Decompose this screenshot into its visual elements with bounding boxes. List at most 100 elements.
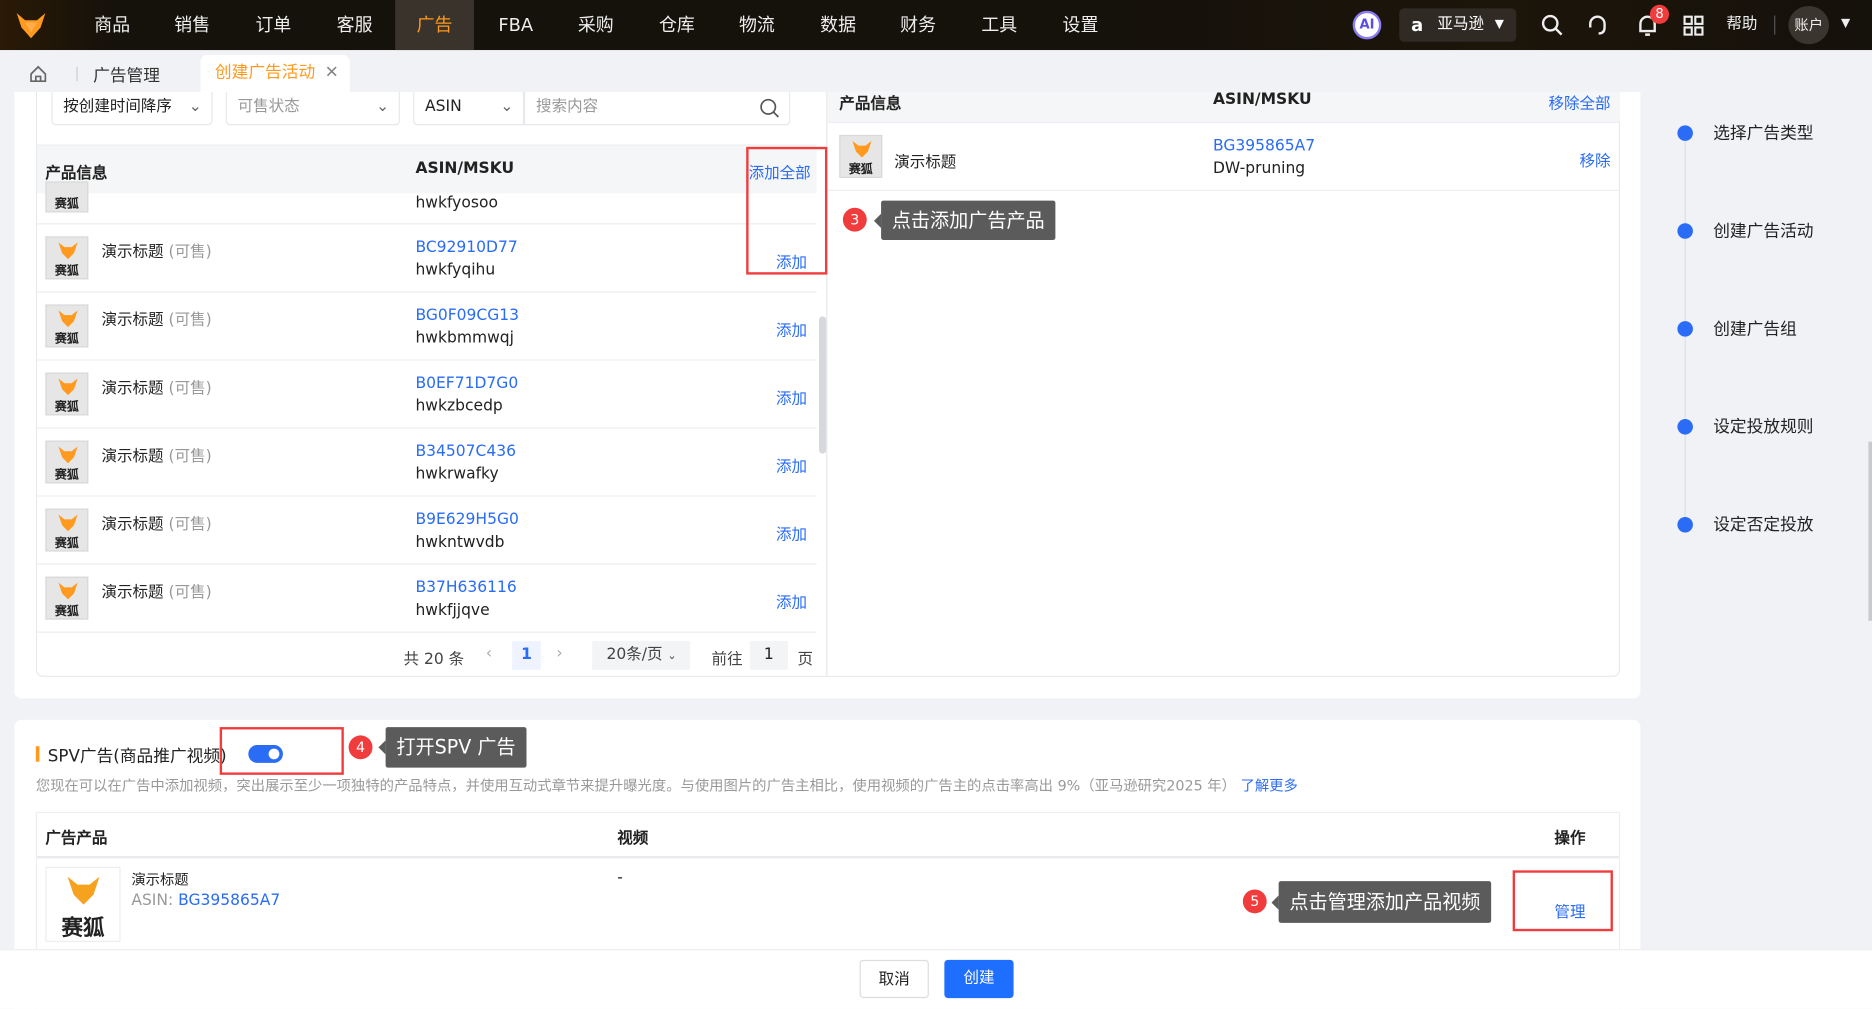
table-row: 赛狐 演示标题 (可售) BC92910D77 hwkfyqihu 添加: [35, 224, 817, 293]
account-avatar[interactable]: 账户: [1788, 5, 1830, 45]
highlight-box: [746, 146, 828, 275]
nav-item[interactable]: 订单: [238, 0, 310, 50]
step-label[interactable]: 设定投放规则: [1713, 414, 1813, 438]
search-field-select[interactable]: ASIN ⌄: [413, 91, 525, 126]
asin-link[interactable]: BG395865A7: [1213, 137, 1315, 155]
nav-item[interactable]: 客服: [319, 0, 391, 50]
status-placeholder: 可售状态: [237, 97, 300, 116]
asin-label: ASIN:: [131, 891, 179, 910]
nav-item[interactable]: 采购: [560, 0, 632, 50]
chevron-down-icon: ⌄: [667, 650, 677, 663]
fox-icon: [58, 446, 78, 464]
nav-item[interactable]: FBA: [480, 0, 552, 50]
page-scrollbar[interactable]: [1868, 441, 1872, 621]
next-page-icon[interactable]: ›: [556, 645, 562, 663]
add-button[interactable]: 添加: [776, 590, 807, 613]
tab-ad-management[interactable]: 广告管理: [93, 63, 160, 87]
nav-item[interactable]: 物流: [721, 0, 793, 50]
account-caret-icon[interactable]: ▼: [1841, 17, 1850, 30]
page-size: 20条/页: [606, 645, 663, 664]
product-thumbnail: 赛狐: [45, 304, 89, 348]
store-label: 亚马逊: [1437, 15, 1485, 34]
add-button[interactable]: 添加: [776, 386, 807, 408]
search-icon[interactable]: [759, 98, 780, 118]
search-input[interactable]: 搜索内容: [524, 91, 791, 126]
manage-button[interactable]: 管理: [1554, 899, 1585, 922]
fox-icon: [67, 876, 100, 905]
col-product: 产品信息: [839, 95, 902, 114]
msku: hwkfjjqve: [415, 601, 490, 620]
scrollbar-thumb[interactable]: [819, 316, 827, 454]
step-label[interactable]: 创建广告组: [1713, 316, 1797, 340]
product-status: (可售): [168, 515, 212, 534]
goto-label: 前往: [711, 650, 743, 669]
ai-button[interactable]: AI: [1352, 10, 1382, 40]
col-asin: ASIN/MSKU: [415, 159, 515, 178]
add-button[interactable]: 添加: [776, 454, 807, 476]
asin-link[interactable]: BG0F09CG13: [415, 307, 519, 325]
page-1[interactable]: 1: [512, 641, 541, 670]
remove-button[interactable]: 移除: [1580, 148, 1611, 171]
annotation-number: 5: [1242, 889, 1267, 914]
chevron-down-icon: ⌄: [188, 97, 202, 116]
step-dot: [1677, 125, 1693, 141]
home-icon[interactable]: [29, 64, 48, 83]
tab-create-campaign[interactable]: 创建广告活动 ✕: [200, 54, 350, 92]
thumb-text: 赛狐: [54, 605, 79, 619]
add-button[interactable]: 添加: [776, 522, 807, 545]
nav-item[interactable]: 商品: [76, 0, 148, 50]
annotation-number: 4: [348, 735, 373, 760]
nav-item[interactable]: 仓库: [641, 0, 713, 50]
spv-description: 您现在可以在广告中添加视频，突出展示至少一项独特的产品特点，并使用互动式章节来提…: [35, 777, 1236, 794]
asin-link[interactable]: B37H636116: [415, 579, 516, 597]
product-thumbnail: 赛狐: [45, 440, 89, 484]
product-thumbnail: 赛狐: [45, 236, 89, 280]
goto-input[interactable]: 1: [749, 641, 788, 670]
logo-fox-icon[interactable]: [14, 11, 47, 40]
highlight-box: [219, 727, 344, 775]
headset-icon[interactable]: [1587, 14, 1608, 35]
step-label[interactable]: 选择广告类型: [1713, 121, 1813, 145]
asin-link[interactable]: B34507C436: [415, 443, 515, 461]
msku: hwkzbcedp: [415, 397, 503, 416]
page-size-select[interactable]: 20条/页 ⌄: [592, 641, 691, 670]
asin-link[interactable]: BG395865A7: [178, 892, 280, 910]
product-thumbnail: 赛狐: [45, 372, 89, 416]
nav-item[interactable]: 工具: [963, 0, 1035, 50]
step-dot: [1677, 223, 1693, 239]
fox-icon: [852, 140, 872, 158]
product-thumbnail: 赛狐: [839, 134, 883, 178]
thumb-text: 赛狐: [54, 401, 79, 415]
close-icon[interactable]: ✕: [325, 63, 339, 82]
chevron-down-icon: ⌄: [500, 97, 514, 116]
learn-more-link[interactable]: 了解更多: [1240, 777, 1297, 794]
nav-item[interactable]: 销售: [156, 0, 228, 50]
create-button[interactable]: 创建: [944, 959, 1014, 999]
nav-item[interactable]: 财务: [882, 0, 954, 50]
add-button[interactable]: 添加: [776, 318, 807, 340]
remove-all-button[interactable]: 移除全部: [1548, 91, 1610, 114]
cancel-button[interactable]: 取消: [859, 959, 929, 999]
status-select[interactable]: 可售状态 ⌄: [225, 91, 400, 126]
asin-link[interactable]: B0EF71D7G0: [415, 375, 518, 393]
product-thumbnail: 赛狐: [45, 576, 89, 620]
store-selector[interactable]: a 亚马逊 ▼: [1399, 8, 1517, 42]
nav-item[interactable]: 广告: [395, 0, 474, 51]
sort-select[interactable]: 按创建时间降序 ⌄: [51, 91, 213, 126]
step-label[interactable]: 创建广告活动: [1713, 218, 1813, 242]
help-link[interactable]: 帮助: [1726, 0, 1757, 50]
chevron-down-icon: ⌄: [376, 97, 390, 116]
nav-item[interactable]: 数据: [802, 0, 874, 50]
table-row: 赛狐 演示标题 (可售) B37H636116 hwkfjjqve 添加: [35, 565, 817, 633]
table-row: 赛狐 演示标题 (可售) B9E629H5G0 hwkntwvdb 添加: [35, 497, 817, 565]
prev-page-icon[interactable]: ‹: [486, 645, 492, 663]
sort-value: 按创建时间降序: [63, 97, 172, 116]
asin-link[interactable]: BC92910D77: [415, 239, 517, 257]
video-value: -: [617, 869, 623, 888]
step-label[interactable]: 设定否定投放: [1713, 512, 1813, 536]
apps-grid-icon[interactable]: [1683, 15, 1704, 36]
search-icon[interactable]: [1541, 14, 1563, 36]
spv-title: SPV广告(商品推广视频): [47, 747, 227, 767]
asin-link[interactable]: B9E629H5G0: [415, 511, 518, 529]
nav-item[interactable]: 设置: [1045, 0, 1117, 50]
